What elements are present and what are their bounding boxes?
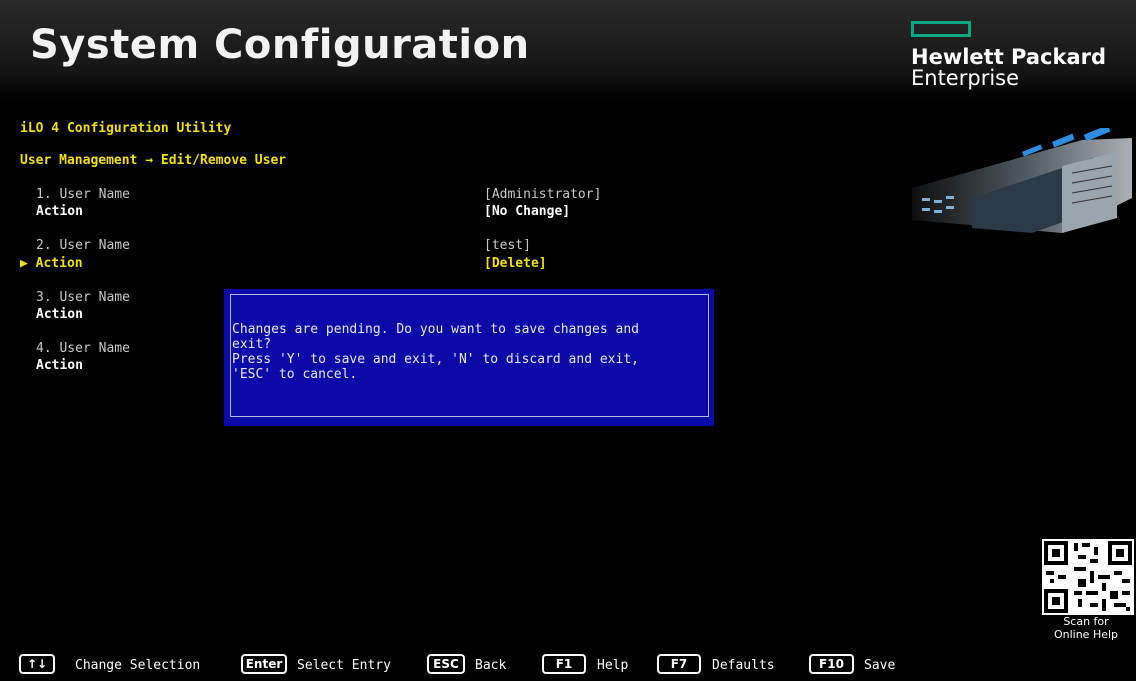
save-changes-dialog[interactable]: Changes are pending. Do you want to save… — [224, 289, 714, 426]
qr-caption: Scan for Online Help — [1038, 615, 1134, 641]
f1-key-icon[interactable]: F1 — [542, 654, 586, 674]
dialog-line-2: exit? — [232, 337, 272, 352]
user-4-name-label[interactable]: 4. User Name — [36, 341, 130, 356]
user-2-name-label[interactable]: 2. User Name — [36, 238, 130, 253]
enter-key-icon[interactable]: Enter — [241, 654, 287, 674]
user-2-action-label-selected[interactable]: ▶ Action — [20, 256, 83, 271]
f10-key-icon[interactable]: F10 — [809, 654, 854, 674]
esc-key-icon[interactable]: ESC — [427, 654, 465, 674]
qr-caption-line2: Online Help — [1053, 628, 1119, 641]
brand-name-line2: Enterprise — [911, 66, 1020, 90]
header-bar: System Configuration Hewlett Packard Ent… — [0, 0, 1136, 100]
breadcrumb: User Management → Edit/Remove User — [20, 153, 287, 168]
user-2-action-value[interactable]: [Delete] — [484, 256, 547, 271]
hpe-logo-rectangle-icon — [911, 21, 971, 37]
back-label: Back — [475, 658, 507, 673]
user-1-name-label[interactable]: 1. User Name — [36, 187, 130, 202]
dialog-message: Changes are pending. Do you want to save… — [232, 322, 639, 382]
user-2-name-value[interactable]: [test] — [484, 238, 531, 253]
user-4-action-label[interactable]: Action — [36, 358, 83, 373]
select-entry-label: Select Entry — [297, 658, 391, 673]
user-3-action-label[interactable]: Action — [36, 307, 83, 322]
qr-caption-line1: Scan for — [1063, 615, 1109, 628]
user-1-name-value[interactable]: [Administrator] — [484, 187, 601, 202]
dialog-line-4: 'ESC' to cancel. — [232, 367, 358, 382]
qr-code-icon[interactable] — [1042, 539, 1134, 615]
defaults-label: Defaults — [712, 658, 775, 673]
f7-key-icon[interactable]: F7 — [657, 654, 701, 674]
utility-title: iLO 4 Configuration Utility — [20, 121, 232, 136]
dialog-line-3: Press 'Y' to save and exit, 'N' to disca… — [232, 352, 639, 367]
save-label: Save — [864, 658, 896, 673]
help-label: Help — [597, 658, 629, 673]
change-selection-label: Change Selection — [75, 658, 201, 673]
server-image — [912, 128, 1132, 233]
up-down-arrows-key-icon[interactable]: ↑↓ — [19, 654, 55, 674]
user-3-name-label[interactable]: 3. User Name — [36, 290, 130, 305]
dialog-line-1: Changes are pending. Do you want to save… — [232, 322, 639, 337]
page-title: System Configuration — [30, 22, 530, 68]
user-1-action-label[interactable]: Action — [36, 204, 83, 219]
user-1-action-value[interactable]: [No Change] — [484, 204, 570, 219]
